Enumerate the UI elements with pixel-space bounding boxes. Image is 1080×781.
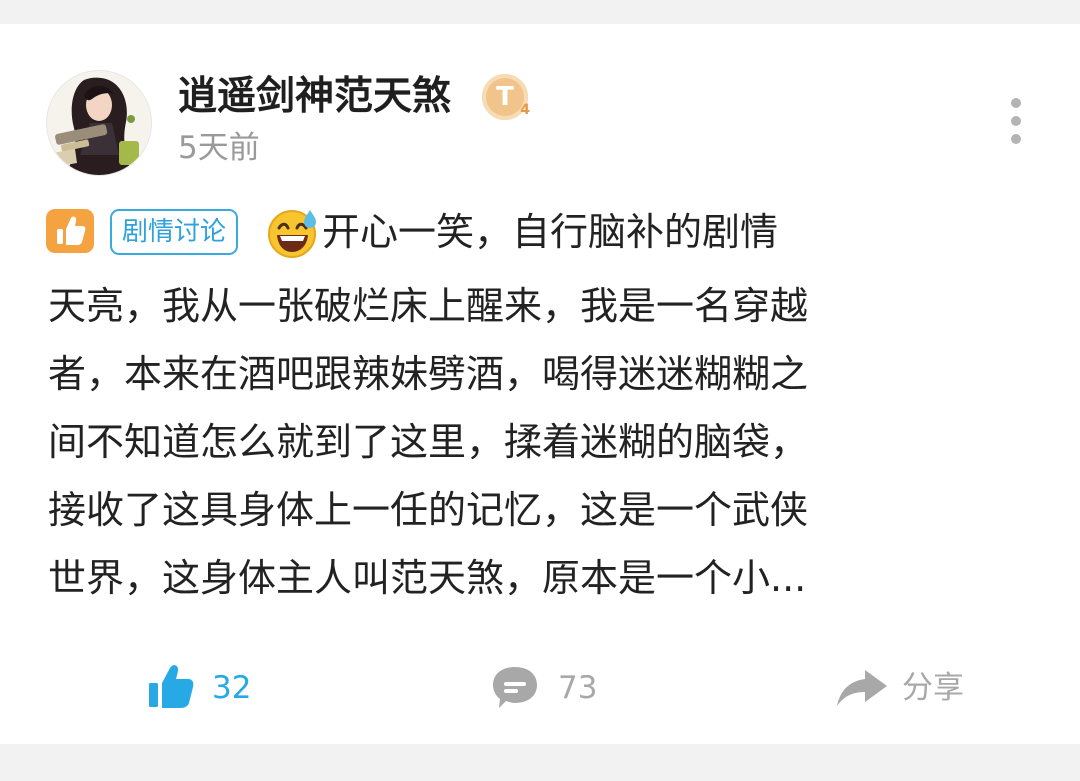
more-dot-icon xyxy=(1011,116,1021,126)
post-time: 5天前 xyxy=(178,130,260,166)
level-badge-number: 4 xyxy=(520,102,530,118)
author-name[interactable]: 逍遥剑神范天煞 xyxy=(178,72,451,122)
emoji-graphic xyxy=(268,210,316,258)
thumbs-up-icon xyxy=(57,216,86,245)
more-dot-icon xyxy=(1011,98,1021,108)
comment-button[interactable]: 73 xyxy=(490,660,620,716)
share-label: 分享 xyxy=(902,670,964,706)
thumbs-up-icon xyxy=(149,665,194,708)
thumbs-up-tag-icon xyxy=(46,209,94,253)
more-dot-icon xyxy=(1011,134,1021,144)
laughing-sweat-emoji-icon xyxy=(266,206,320,260)
share-arrow-icon xyxy=(837,670,887,706)
post-title[interactable]: 开心一笑，自行脑补的剧情 xyxy=(322,204,778,260)
comment-count: 73 xyxy=(558,670,598,706)
more-options-button[interactable] xyxy=(1004,98,1028,144)
post-card[interactable]: 逍遥剑神范天煞 T 4 5天前 剧情讨论 开心一笑，自行脑补的剧情 天亮，我从一… xyxy=(0,24,1080,744)
comment-icon xyxy=(493,667,537,708)
post-body[interactable]: 天亮，我从一张破烂床上醒来，我是一名穿越 者，本来在酒吧跟辣妹劈酒，喝得迷迷糊糊… xyxy=(48,272,1038,612)
user-avatar[interactable] xyxy=(46,70,152,176)
user-level-badge: T 4 xyxy=(482,74,530,120)
like-button[interactable]: 32 xyxy=(146,660,276,716)
category-tag[interactable]: 剧情讨论 xyxy=(110,209,239,255)
like-count: 32 xyxy=(212,670,252,706)
share-button[interactable]: 分享 xyxy=(834,660,994,716)
avatar-illustration xyxy=(47,71,151,175)
